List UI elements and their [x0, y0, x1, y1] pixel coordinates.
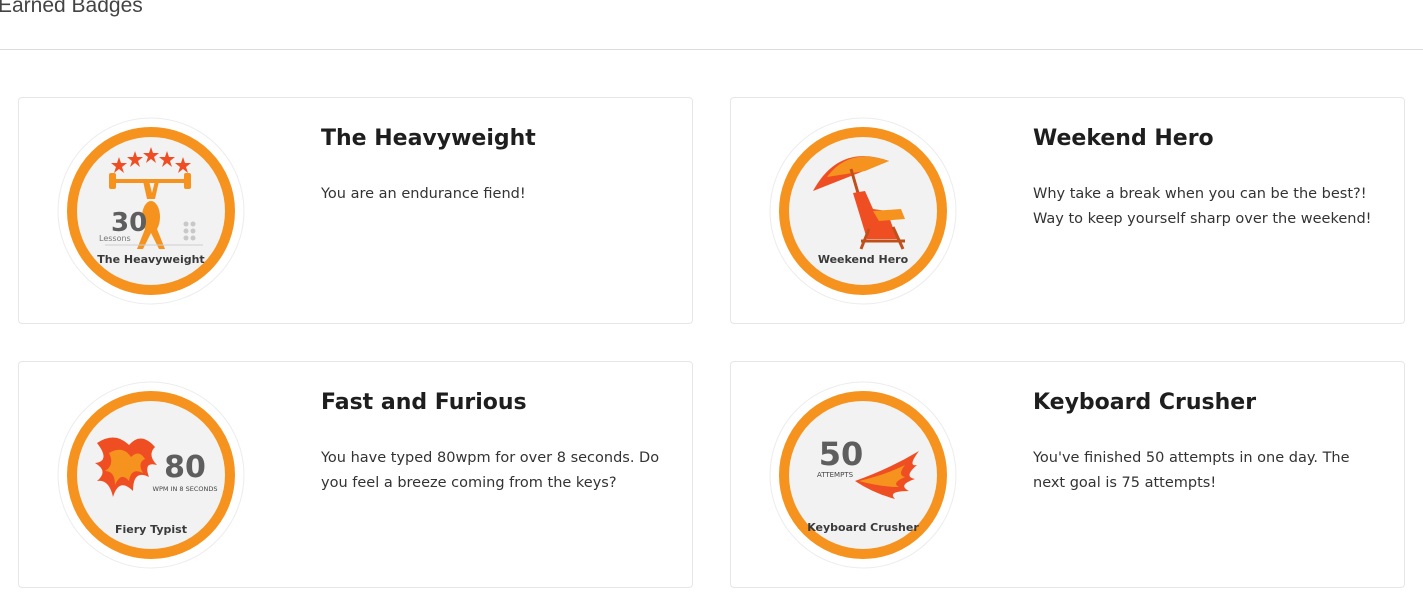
badge-sub: Lessons	[99, 234, 131, 243]
fiery-typist-badge-icon: 80 WPM IN 8 SECONDS Fiery Typist	[57, 381, 245, 569]
badge-caption: Keyboard Crusher	[807, 521, 919, 534]
badge-description: You have typed 80wpm for over 8 seconds.…	[321, 450, 660, 491]
badge-sub: ATTEMPTS	[817, 471, 854, 479]
badge-description: You are an endurance fiend!	[321, 186, 526, 202]
badge-title: Fast and Furious	[321, 390, 527, 415]
badge-caption: Weekend Hero	[818, 253, 909, 266]
badge-title: The Heavyweight	[321, 126, 536, 151]
page-title: Earned Badges	[0, 0, 143, 17]
badge-sub: WPM IN 8 SECONDS	[153, 485, 218, 493]
badge-card-keyboard-crusher: 50 ATTEMPTS Keyboard Crusher Keyboard Cr…	[730, 361, 1405, 588]
badge-description: You've finished 50 attempts in one day. …	[1033, 450, 1350, 491]
badge-caption: Fiery Typist	[115, 523, 187, 536]
badge-caption: The Heavyweight	[97, 253, 204, 266]
badge-title: Weekend Hero	[1033, 126, 1214, 151]
weekend-hero-badge-icon: Weekend Hero	[769, 117, 957, 305]
badge-card-fast-and-furious: 80 WPM IN 8 SECONDS Fiery Typist Fast an…	[18, 361, 693, 588]
keyboard-crusher-badge-icon: 50 ATTEMPTS Keyboard Crusher	[769, 381, 957, 569]
badge-number: 50	[819, 435, 864, 473]
heavyweight-badge-icon: 30 Lessons The Heavyweight	[57, 117, 245, 305]
badge-number: 80	[164, 450, 206, 485]
page-header: Earned Badges	[0, 0, 1423, 50]
badge-title: Keyboard Crusher	[1033, 390, 1257, 415]
badge-card-heavyweight: 30 Lessons The Heavyweight The Heavyweig…	[18, 97, 693, 324]
badge-description: Why take a break when you can be the bes…	[1033, 186, 1372, 227]
badge-card-weekend-hero: Weekend Hero Weekend Hero Why take a bre…	[730, 97, 1405, 324]
